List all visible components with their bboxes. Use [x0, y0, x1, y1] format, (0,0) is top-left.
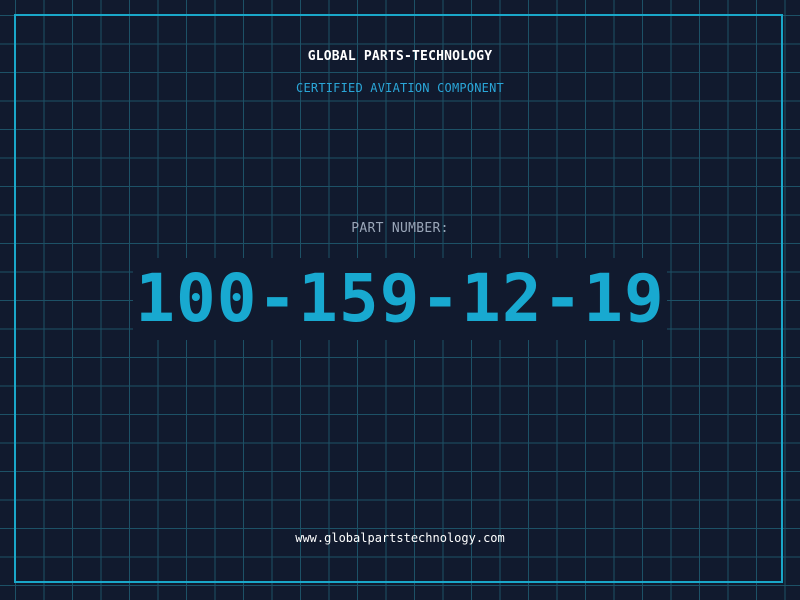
- brand-title: GLOBAL PARTS-TECHNOLOGY: [307, 49, 493, 64]
- part-number-container: 100-159-12-19: [0, 258, 800, 340]
- part-number-label: PART NUMBER:: [351, 221, 449, 236]
- part-card: GLOBAL PARTS-TECHNOLOGY CERTIFIED AVIATI…: [0, 0, 800, 600]
- part-number-value: 100-159-12-19: [133, 258, 667, 340]
- certification-tagline: CERTIFIED AVIATION COMPONENT: [296, 81, 504, 95]
- website-url: www.globalpartstechnology.com: [295, 531, 505, 545]
